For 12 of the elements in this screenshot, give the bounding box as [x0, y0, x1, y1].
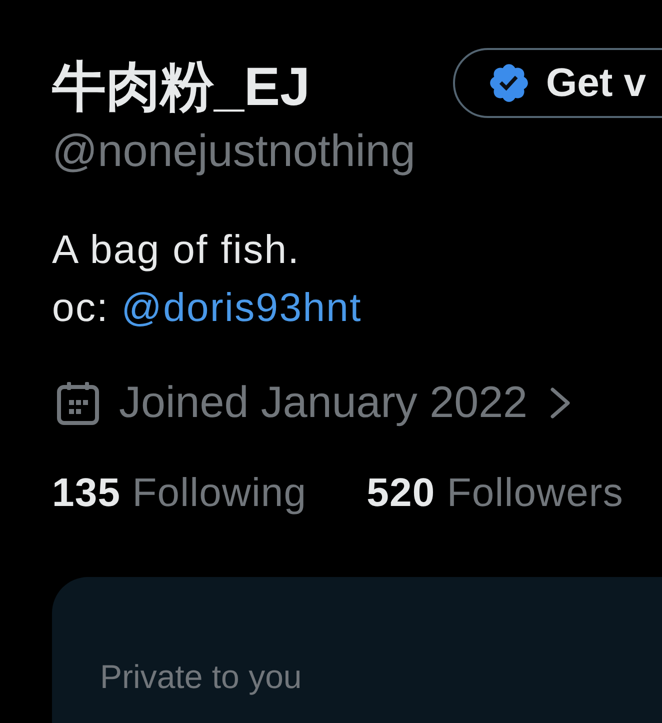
profile-bio: A bag of fish. oc: @doris93hnt: [52, 227, 362, 332]
card-caption: Private to you: [100, 657, 303, 697]
verified-badge-icon: [490, 64, 528, 102]
chevron-right-icon[interactable]: [550, 387, 571, 419]
follow-count-link[interactable]: 135 Following: [52, 469, 307, 517]
join-date-text: Joined January 2022: [119, 378, 528, 428]
mention-link[interactable]: @doris93hnt: [121, 286, 362, 330]
profile-name: 牛肉粉_EJ: [52, 56, 312, 118]
profile-handle: @nonejustnothing: [52, 125, 416, 177]
verification-button[interactable]: Get v: [453, 48, 662, 118]
calendar-icon: [57, 382, 99, 424]
follow-count-link[interactable]: 520 Followers: [366, 469, 624, 517]
